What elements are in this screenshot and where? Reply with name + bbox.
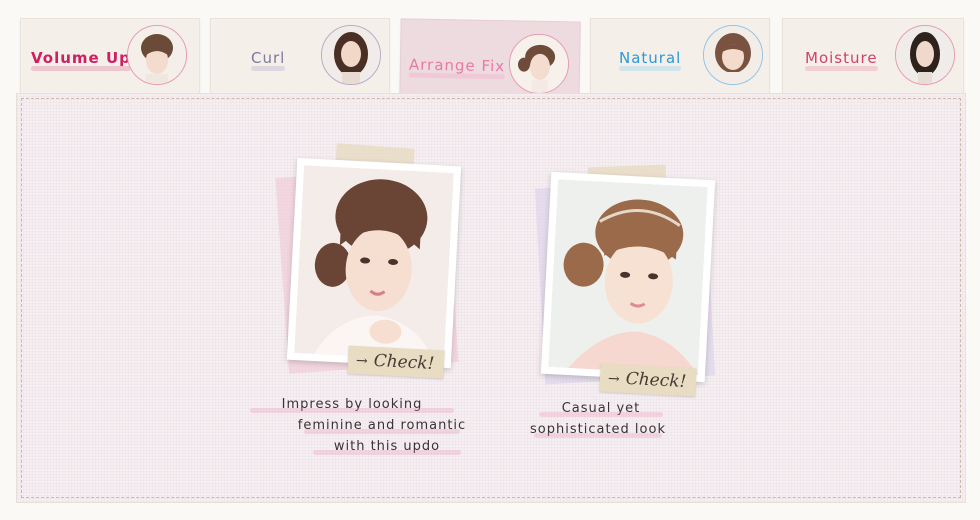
panel-border xyxy=(21,98,961,498)
hairstyle-photo[interactable] xyxy=(286,157,462,369)
tab-curl[interactable]: Curl xyxy=(210,18,390,96)
card-caption: Impress by looking feminine and romantic… xyxy=(249,394,480,457)
arrow-right-icon: → xyxy=(607,370,621,388)
caption-line: Impress by looking xyxy=(224,394,480,415)
tab-label: Volume Up xyxy=(31,49,131,71)
check-button[interactable]: → Check! xyxy=(599,363,698,397)
caption-line: with this updo xyxy=(294,436,480,457)
tab-label: Natural xyxy=(619,49,682,71)
tab-label: Curl xyxy=(251,49,286,71)
card-caption: Casual yet sophisticated look xyxy=(518,398,678,440)
caption-line: sophisticated look xyxy=(518,419,678,440)
check-label: Check! xyxy=(625,368,687,392)
tab-natural[interactable]: Natural xyxy=(590,18,770,96)
avatar xyxy=(321,25,381,85)
check-label: Check! xyxy=(373,350,435,374)
avatar xyxy=(703,25,763,85)
avatar xyxy=(127,25,187,85)
avatar xyxy=(895,25,955,85)
tab-moisture[interactable]: Moisture xyxy=(782,18,964,96)
tab-volume-up[interactable]: Volume Up xyxy=(20,18,200,96)
tab-label: Arrange Fix xyxy=(408,55,506,76)
hairstyle-photo[interactable] xyxy=(540,171,716,383)
avatar xyxy=(508,33,570,95)
caption-line: feminine and romantic xyxy=(284,415,480,436)
caption-line: Casual yet xyxy=(524,398,678,419)
content-panel xyxy=(16,93,966,503)
tab-label: Moisture xyxy=(805,49,878,71)
check-button[interactable]: → Check! xyxy=(347,345,446,379)
arrow-right-icon: → xyxy=(355,352,369,370)
